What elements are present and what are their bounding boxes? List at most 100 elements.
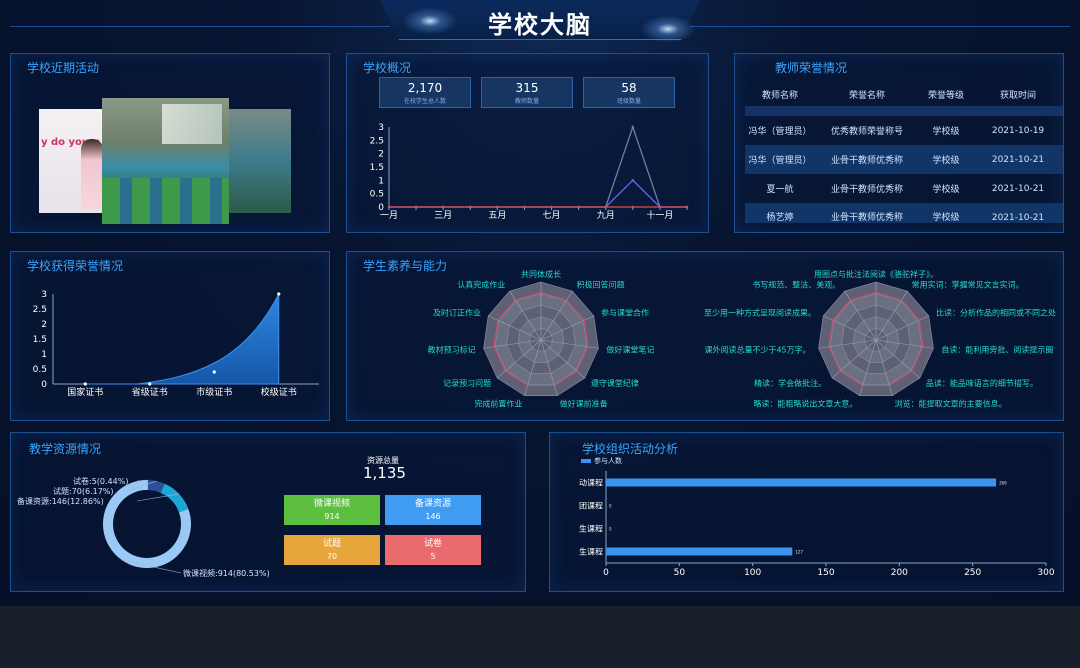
table-header-row: 教师名称 荣誉名称 荣誉等级 获取时间 — [745, 82, 1063, 106]
y-tick-label: 0.5 — [370, 190, 384, 200]
bar-value-label: 266 — [999, 481, 1007, 486]
donut-label: 试题:70(6.17%) — [53, 486, 114, 496]
x-tick-label: 国家证书 — [67, 386, 103, 398]
panel-student-literacy: 学生素养与能力 共同体成长 积极回答问题 参与课堂合作 做好课堂笔记 遵守课堂纪律 做好课… — [346, 251, 1064, 421]
cell-level: 学校级 — [932, 127, 960, 137]
y-tick-label: 2.5 — [370, 136, 384, 146]
x-tick-label: 市级证书 — [196, 386, 232, 398]
y-tick-label: 1 — [378, 176, 384, 186]
panel-title: 学校获得荣誉情况 — [27, 259, 124, 273]
stat-value: 2,170 — [407, 81, 443, 95]
cell-level: 学校级 — [932, 185, 960, 195]
resources-total-value: 1,135 — [363, 464, 406, 482]
x-tick-label: 三月 — [434, 210, 452, 221]
y-tick-label: 3 — [378, 123, 384, 133]
y-tick-label: 生课程 — [579, 524, 603, 534]
table-header-divider — [745, 106, 1063, 116]
resource-tile-papers[interactable]: 试卷 5 — [385, 535, 481, 565]
y-tick-label: 动课程 — [579, 478, 603, 488]
tile-value: 70 — [326, 552, 338, 561]
donut-label: 微课视频:914(80.53%) — [183, 568, 270, 578]
header: 学校大脑 — [0, 0, 1080, 44]
bar-value-label: 0 — [609, 527, 612, 532]
teacher-honors-table: 教师名称 荣誉名称 荣誉等级 获取时间 冯华（管理员） 优秀教师荣誉称号 学校级… — [745, 82, 1063, 223]
stat-value: 58 — [621, 81, 637, 95]
data-point — [414, 205, 418, 209]
resources-donut-chart: 试卷:5(0.44%)试题:70(6.17%)备课资源:146(12.86%) 微… — [17, 476, 270, 578]
table-row[interactable]: 杨艺婷 业骨干教师优秀称 学校级 2021-10-21 — [745, 203, 1063, 223]
y-tick-label: 团课程 — [579, 502, 603, 511]
donut-label: 备课资源:146(12.86%) — [17, 496, 104, 506]
x-tick-label: 十一月 — [646, 209, 673, 221]
column-header: 教师名称 — [761, 90, 798, 101]
tile-value: 5 — [430, 552, 436, 561]
x-tick-label: 0 — [603, 568, 609, 578]
table-row[interactable]: 夏一航 业骨干教师优秀称 学校级 2021-10-21 — [745, 174, 1063, 203]
resource-tile-videos[interactable]: 微课视频 914 — [284, 495, 380, 525]
y-tick-label: 2 — [378, 150, 384, 160]
tile-value: 146 — [425, 512, 441, 521]
resource-tile-prep[interactable]: 备课资源 146 — [385, 495, 481, 525]
cell-date: 2021-10-21 — [991, 154, 1045, 165]
cell-level: 学校级 — [932, 213, 960, 223]
radar-indicator-label: 常用实词：掌握常见文言实词。 — [912, 279, 1024, 289]
radar-indicator-label: 完成前置作业 — [474, 398, 522, 408]
panel-school-honors: 学校获得荣誉情况 0 0.5 1 1.5 2 2.5 3 国家证书 省级证书 市级证书 校级证书 — [10, 251, 330, 421]
radar-indicator-label: 遵守课堂纪律 — [591, 378, 639, 388]
table-row[interactable]: 冯华（管理员） 业骨干教师优秀称 学校级 2021-10-21 — [745, 145, 1063, 174]
x-tick-label: 省级证书 — [132, 386, 168, 398]
data-point — [387, 205, 391, 209]
x-tick-label: 五月 — [488, 210, 506, 221]
y-tick-label: 2.5 — [33, 305, 47, 315]
bar-value-label: 0 — [609, 504, 612, 509]
data-point — [577, 205, 580, 209]
radar-indicator-label: 精读：学会做批注。 — [754, 378, 826, 388]
stat-label: 在校学生总人数 — [403, 98, 446, 105]
legend-swatch — [581, 459, 591, 463]
data-point — [496, 205, 499, 209]
activity-bar-chart: 参与人数 0 50 100 150 200 250 300 动课程 266 团课程 0 生课程 0 生课程 1… — [579, 456, 1055, 578]
photo-desks — [102, 178, 229, 224]
data-point — [658, 205, 662, 209]
activity-photo-left[interactable]: y do you u — [39, 109, 109, 213]
photo-figure — [81, 139, 103, 209]
activity-photo-right[interactable] — [221, 109, 291, 213]
data-point — [212, 370, 216, 374]
radar-indicator-label: 至少用一种方式呈现阅读成果。 — [704, 308, 816, 318]
tile-name: 备课资源 — [414, 499, 451, 509]
resource-tile-questions[interactable]: 试题 70 — [284, 535, 380, 565]
panel-org-activity: 学校组织活动分析 参与人数 0 50 100 150 200 250 300 动课程 266 团课程… — [549, 432, 1064, 592]
data-point — [604, 205, 607, 209]
overview-line-chart: 00.511.522.53一月 三月 五月 七月 九月 十一月 — [370, 123, 689, 221]
stat-teachers: 315 教师数量 — [481, 77, 573, 108]
x-tick-label: 200 — [891, 568, 908, 578]
x-tick-label: 300 — [1037, 568, 1054, 578]
bar-value-label: 127 — [795, 550, 803, 555]
footer-strip — [0, 606, 1080, 668]
x-tick-label: 九月 — [597, 210, 615, 221]
panel-title: 教师荣誉情况 — [775, 61, 848, 75]
stat-label: 班级数量 — [616, 98, 641, 105]
area-series — [85, 293, 280, 385]
column-header: 荣誉名称 — [848, 90, 885, 101]
radar-indicator-label: 用圈点与批注法阅读《骆驼祥子》。 — [814, 269, 938, 279]
data-point — [83, 382, 87, 386]
cell-honor: 业骨干教师优秀称 — [830, 156, 903, 166]
x-tick-label: 七月 — [543, 210, 561, 221]
data-point — [631, 205, 635, 209]
cell-level: 学校级 — [932, 156, 960, 166]
panel-teacher-honors: 教师荣誉情况 教师名称 荣誉名称 荣誉等级 获取时间 冯华（管理员） 优秀教师荣… — [734, 53, 1064, 233]
radar-indicator-label: 共同体成长 — [521, 269, 561, 279]
panel-recent-activities: 学校近期活动 y do you u — [10, 53, 330, 233]
page-title: 学校大脑 — [488, 11, 592, 39]
radar-indicator-label: 及时订正作业 — [433, 308, 481, 318]
data-point — [523, 205, 526, 209]
data-point — [631, 125, 635, 129]
activity-photo-main[interactable] — [102, 98, 229, 224]
cell-date: 2021-10-19 — [991, 125, 1045, 136]
cell-honor: 业骨干教师优秀称 — [830, 213, 903, 223]
y-tick-label: 0.5 — [33, 365, 47, 375]
radar-indicator-label: 积极回答问题 — [577, 279, 625, 289]
table-row[interactable]: 冯华（管理员） 优秀教师荣誉称号 学校级 2021-10-19 — [745, 116, 1063, 145]
radar-indicator-label: 比读：分析作品的相同或不同之处 — [936, 308, 1056, 318]
